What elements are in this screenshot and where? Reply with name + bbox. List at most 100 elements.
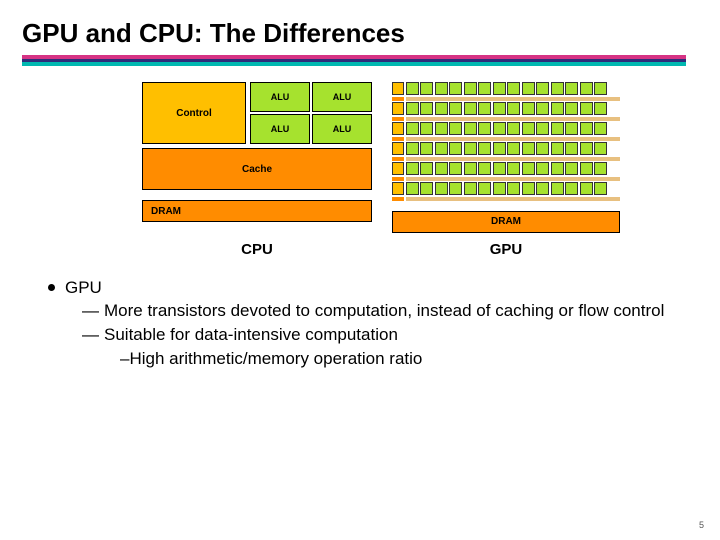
gpu-alu-cell [565,82,578,95]
gpu-alu-cell [507,142,520,155]
cpu-alu: ALU [250,114,310,144]
gpu-alu-cell [551,122,564,135]
gpu-cache-strip [392,177,620,181]
cpu-dram-block: DRAM [142,200,372,222]
gpu-alu-cell [580,182,593,195]
gpu-alu-cell [478,82,491,95]
gpu-alu-cell [449,142,462,155]
gpu-alu-cell [551,162,564,175]
gpu-alu-cell [507,102,520,115]
gpu-alu-cell [406,102,419,115]
gpu-diagram: DRAM [392,82,620,233]
bullet-text: High arithmetic/memory operation ratio [129,349,422,368]
gpu-alu-cell [522,122,535,135]
gpu-alu-cell [522,82,535,95]
gpu-alu-cell [536,142,549,155]
gpu-alu-cell [580,102,593,115]
gpu-control-cell [392,122,404,135]
gpu-alu-cell [478,162,491,175]
gpu-alu-cell [594,142,607,155]
gpu-alu-cell [580,122,593,135]
gpu-alu-cell [435,162,448,175]
gpu-alu-cell [551,82,564,95]
gpu-alu-cell [551,102,564,115]
gpu-alu-cell [449,82,462,95]
gpu-alu-cell [594,102,607,115]
gpu-alu-cell [435,142,448,155]
gpu-alu-cell [522,102,535,115]
gpu-alu-cell [493,122,506,135]
gpu-alu-cell [580,162,593,175]
gpu-alu-cell [420,182,433,195]
gpu-alu-cell [507,162,520,175]
title-rule [22,55,686,66]
gpu-alu-cell [435,122,448,135]
cpu-cache-block: Cache [142,148,372,190]
gpu-alu-cell [565,102,578,115]
gpu-alu-cell [449,122,462,135]
gpu-alu-cell [493,102,506,115]
gpu-alu-cell [580,82,593,95]
gpu-alu-cell [536,102,549,115]
gpu-cache-strip [392,197,620,201]
gpu-alu-cell [507,122,520,135]
cpu-alu: ALU [312,114,372,144]
bullet-content: GPU — More transistors devoted to comput… [48,276,698,371]
gpu-alu-cell [464,142,477,155]
gpu-cache-strip [392,97,620,101]
gpu-alu-cell [435,82,448,95]
cpu-alu: ALU [250,82,310,112]
gpu-alu-cell [464,182,477,195]
gpu-alu-cell [507,182,520,195]
gpu-alu-cell [551,182,564,195]
gpu-alu-cell [478,182,491,195]
gpu-alu-cell [435,182,448,195]
bullet-dot-icon [48,284,55,291]
gpu-alu-cell [565,162,578,175]
gpu-row [392,162,620,175]
gpu-alu-cell [406,122,419,135]
bullet-text: More transistors devoted to computation,… [104,299,664,323]
gpu-row [392,142,620,155]
bullet-text: Suitable for data-intensive computation [104,323,398,347]
gpu-alu-cell [594,182,607,195]
gpu-alu-cell [536,82,549,95]
gpu-alu-cell [594,122,607,135]
gpu-row [392,102,620,115]
slide-title: GPU and CPU: The Differences [22,18,698,49]
gpu-alu-cell [464,122,477,135]
gpu-alu-cell [435,102,448,115]
gpu-cache-strip [392,117,620,121]
gpu-row [392,122,620,135]
architecture-diagrams: Control ALU ALU ALU ALU Cache DRAM DRAM [142,82,698,233]
gpu-cache-strip [392,157,620,161]
gpu-alu-cell [536,162,549,175]
gpu-control-cell [392,182,404,195]
gpu-alu-cell [449,162,462,175]
gpu-alu-cell [478,122,491,135]
gpu-alu-cell [507,82,520,95]
gpu-alu-cell [449,182,462,195]
cpu-control-block: Control [142,82,246,144]
gpu-control-cell [392,162,404,175]
gpu-alu-cell [449,102,462,115]
gpu-control-cell [392,82,404,95]
gpu-dram-block: DRAM [392,211,620,233]
gpu-alu-cell [420,122,433,135]
gpu-alu-cell [565,182,578,195]
gpu-cache-strip [392,137,620,141]
gpu-alu-cell [536,122,549,135]
gpu-alu-cell [493,182,506,195]
gpu-alu-cell [406,142,419,155]
gpu-alu-cell [420,82,433,95]
gpu-row [392,82,620,95]
gpu-alu-cell [420,102,433,115]
gpu-alu-cell [594,162,607,175]
gpu-alu-cell [464,102,477,115]
gpu-alu-cell [580,142,593,155]
gpu-control-cell [392,142,404,155]
gpu-alu-cell [464,162,477,175]
gpu-alu-cell [464,82,477,95]
page-number: 5 [699,520,704,530]
gpu-label: GPU [392,241,620,258]
